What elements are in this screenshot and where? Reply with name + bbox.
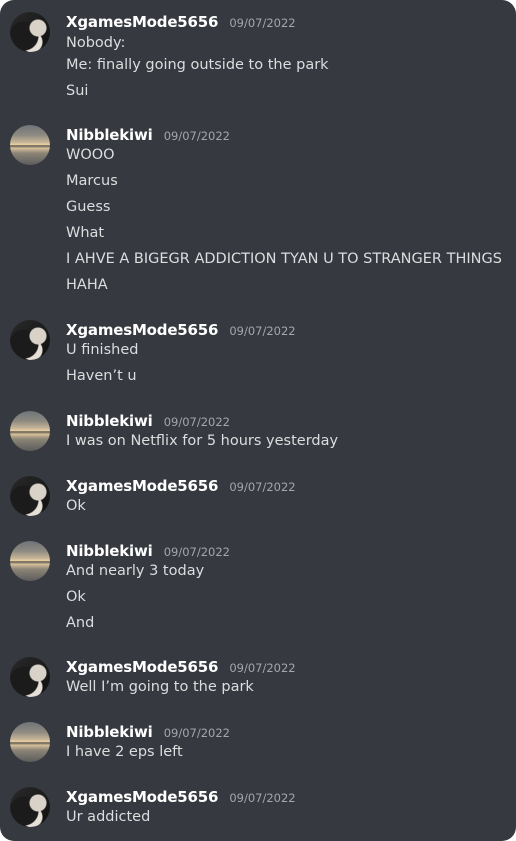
message-text: WOOO xyxy=(66,147,115,163)
message-text: I have 2 eps left xyxy=(66,744,183,760)
message-text: Well I’m going to the park xyxy=(66,679,254,695)
username[interactable]: XgamesMode5656 xyxy=(66,13,218,31)
message-text: Haven’t u xyxy=(66,368,137,384)
message-header: XgamesMode5656 09/07/2022 xyxy=(66,320,296,340)
dog-avatar[interactable] xyxy=(10,320,50,360)
timestamp: 09/07/2022 xyxy=(163,726,230,740)
timestamp: 09/07/2022 xyxy=(163,129,230,143)
username[interactable]: Nibblekiwi xyxy=(66,412,153,430)
message-text: What xyxy=(66,225,105,241)
message-header: Nibblekiwi 09/07/2022 xyxy=(66,541,230,561)
username[interactable]: Nibblekiwi xyxy=(66,542,153,560)
message-text: And xyxy=(66,615,95,631)
message-header: XgamesMode5656 09/07/2022 xyxy=(66,787,296,807)
username[interactable]: Nibblekiwi xyxy=(66,126,153,144)
dog-avatar[interactable] xyxy=(10,12,50,52)
sunset-avatar[interactable] xyxy=(10,722,50,762)
message-text: Marcus xyxy=(66,173,118,189)
message-text: HAHA xyxy=(66,277,108,293)
timestamp: 09/07/2022 xyxy=(163,415,230,429)
username[interactable]: XgamesMode5656 xyxy=(66,788,218,806)
username[interactable]: XgamesMode5656 xyxy=(66,658,218,676)
message-header: XgamesMode5656 09/07/2022 xyxy=(66,12,296,32)
timestamp: 09/07/2022 xyxy=(229,791,296,805)
message-text: I was on Netflix for 5 hours yesterday xyxy=(66,433,339,449)
message-header: Nibblekiwi 09/07/2022 xyxy=(66,411,230,431)
chat-panel: XgamesMode5656 09/07/2022 Nobody: Me: fi… xyxy=(0,0,516,841)
sunset-avatar[interactable] xyxy=(10,541,50,581)
message-text: U finished xyxy=(66,342,139,358)
username[interactable]: Nibblekiwi xyxy=(66,723,153,741)
dog-avatar[interactable] xyxy=(10,657,50,697)
username[interactable]: XgamesMode5656 xyxy=(66,477,218,495)
message-text: Nobody: xyxy=(66,35,126,51)
message-text: Ok xyxy=(66,589,86,605)
sunset-avatar[interactable] xyxy=(10,411,50,451)
message-header: Nibblekiwi 09/07/2022 xyxy=(66,722,230,742)
timestamp: 09/07/2022 xyxy=(163,545,230,559)
message-header: XgamesMode5656 09/07/2022 xyxy=(66,476,296,496)
message-text: Ur addicted xyxy=(66,809,151,825)
message-text: Guess xyxy=(66,199,111,215)
message-text: Ok xyxy=(66,498,86,514)
message-text: I AHVE A BIGEGR ADDICTION TYAN U TO STRA… xyxy=(66,251,502,267)
message-text: Sui xyxy=(66,83,89,99)
timestamp: 09/07/2022 xyxy=(229,480,296,494)
dog-avatar[interactable] xyxy=(10,787,50,827)
username[interactable]: XgamesMode5656 xyxy=(66,321,218,339)
timestamp: 09/07/2022 xyxy=(229,16,296,30)
message-text: Me: finally going outside to the park xyxy=(66,57,329,73)
message-header: Nibblekiwi 09/07/2022 xyxy=(66,125,230,145)
timestamp: 09/07/2022 xyxy=(229,661,296,675)
timestamp: 09/07/2022 xyxy=(229,324,296,338)
message-text: And nearly 3 today xyxy=(66,563,205,579)
dog-avatar[interactable] xyxy=(10,476,50,516)
message-header: XgamesMode5656 09/07/2022 xyxy=(66,657,296,677)
sunset-avatar[interactable] xyxy=(10,125,50,165)
